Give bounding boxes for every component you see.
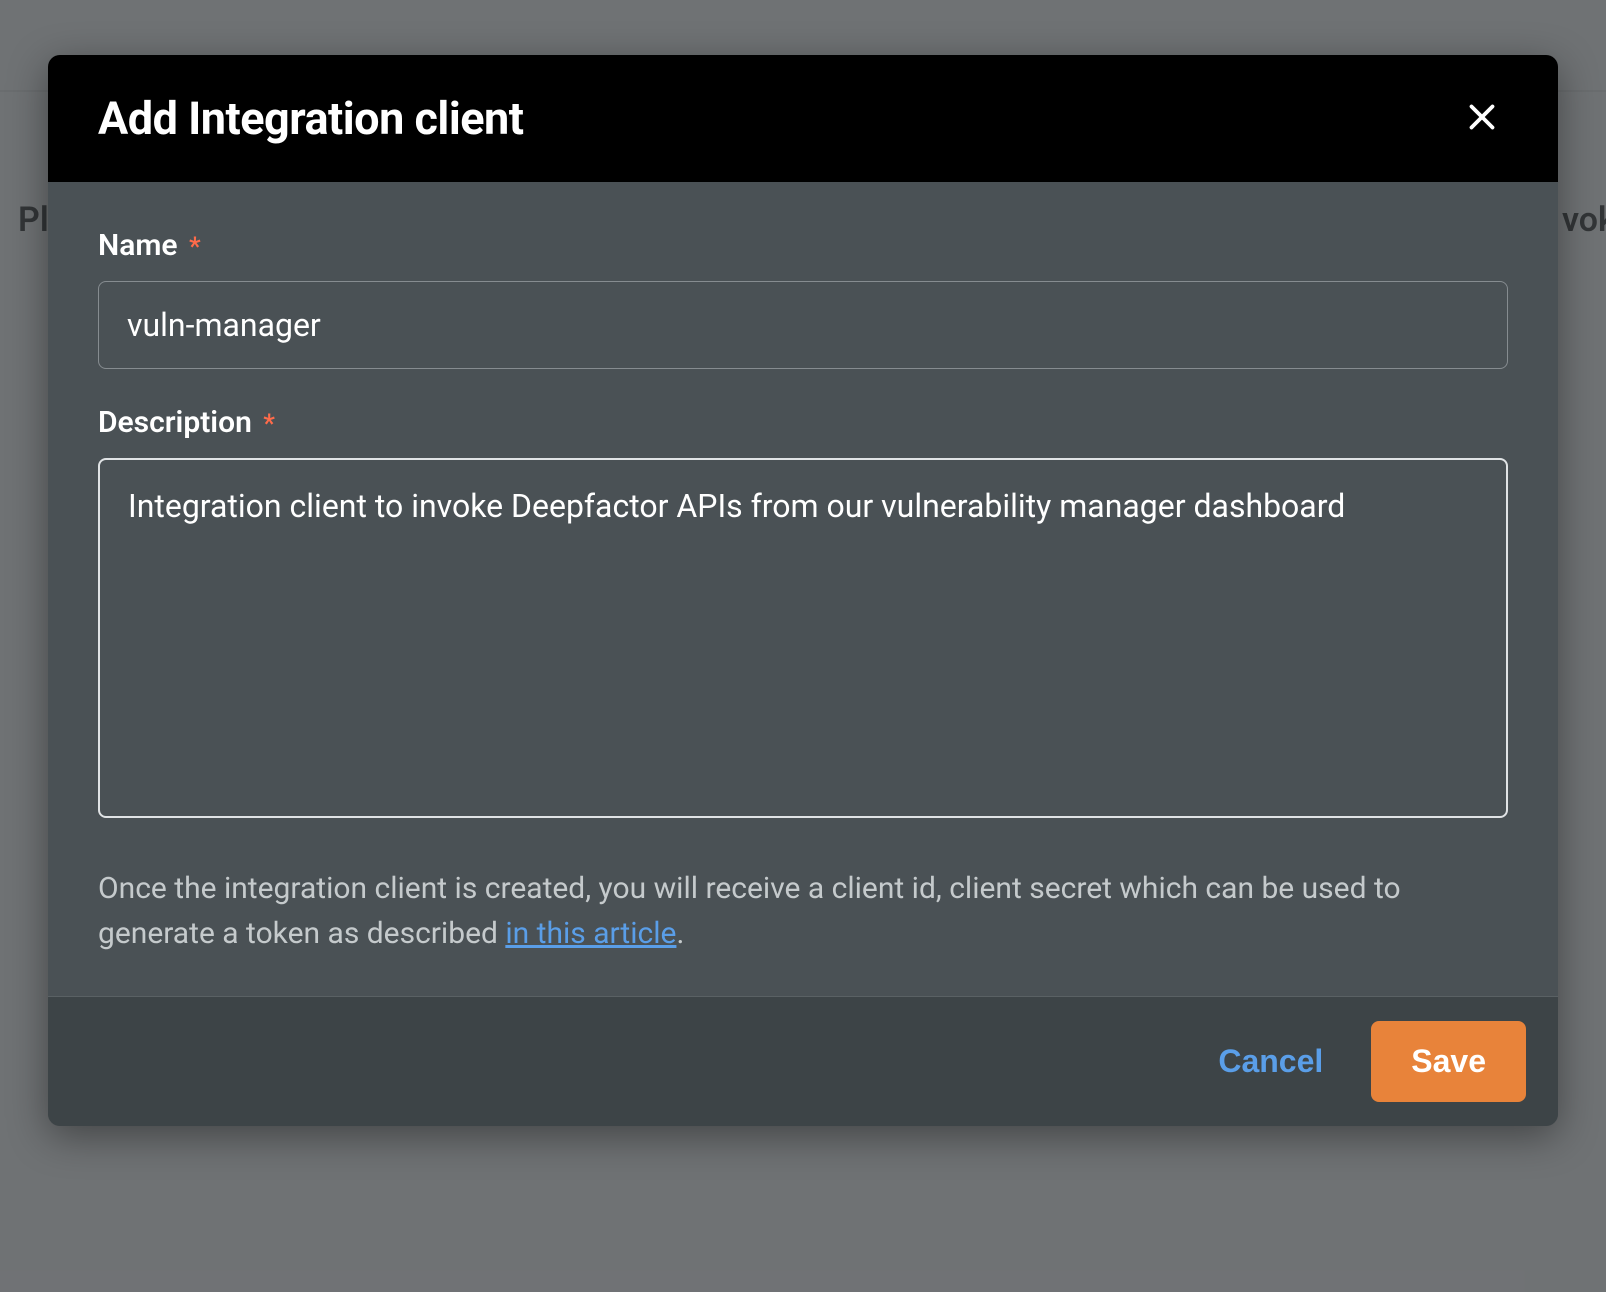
- close-icon: [1464, 99, 1500, 138]
- modal-header: Add Integration client: [48, 55, 1558, 182]
- helper-text: Once the integration client is created, …: [98, 866, 1508, 956]
- helper-article-link[interactable]: in this article: [505, 916, 676, 951]
- description-label-text: Description: [98, 405, 252, 440]
- name-label-text: Name: [98, 228, 178, 263]
- helper-text-suffix: .: [676, 916, 684, 951]
- helper-text-prefix: Once the integration client is created, …: [98, 871, 1401, 951]
- description-form-group: Description *: [98, 405, 1508, 822]
- add-integration-client-modal: Add Integration client Name * Descriptio…: [48, 55, 1558, 1126]
- cancel-button[interactable]: Cancel: [1202, 1025, 1339, 1098]
- modal-footer: Cancel Save: [48, 996, 1558, 1126]
- close-button[interactable]: [1456, 91, 1508, 146]
- description-label: Description *: [98, 405, 1508, 440]
- modal-title: Add Integration client: [98, 92, 524, 145]
- description-textarea[interactable]: [98, 458, 1508, 818]
- save-button[interactable]: Save: [1371, 1021, 1526, 1102]
- description-required-indicator: *: [263, 409, 275, 439]
- modal-body: Name * Description * Once the integratio…: [48, 182, 1558, 996]
- name-input[interactable]: [98, 281, 1508, 369]
- name-label: Name *: [98, 228, 1508, 263]
- name-required-indicator: *: [189, 232, 201, 262]
- name-form-group: Name *: [98, 228, 1508, 369]
